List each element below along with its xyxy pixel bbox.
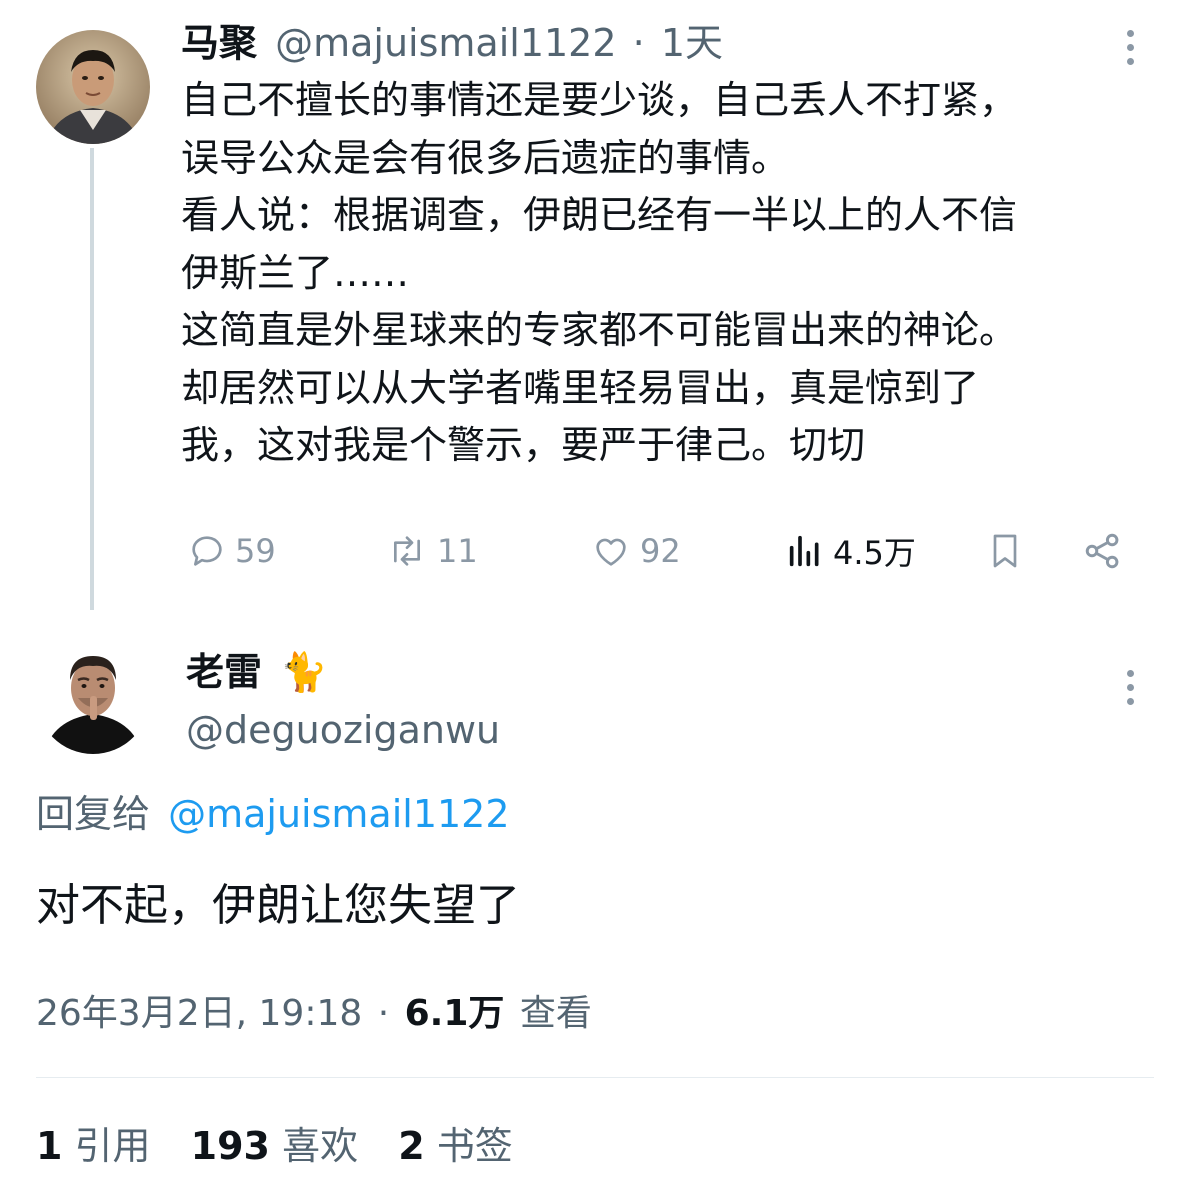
- reply-meta-row: 26年3月2日, 19:18 · 6.1万 查看: [36, 986, 592, 1042]
- share-button[interactable]: [1081, 528, 1125, 574]
- tweet-header: 马聚 @majuismail1122 · 1天: [181, 16, 723, 70]
- reply-button[interactable]: 59: [187, 528, 276, 574]
- thread-connector-line: [90, 148, 94, 610]
- reply-text: 对不起，伊朗让您失望了: [36, 880, 520, 931]
- like-icon: [596, 538, 626, 566]
- reply-author-avatar[interactable]: [36, 640, 150, 754]
- share-icon: [1085, 533, 1119, 569]
- retweet-button[interactable]: 11: [385, 528, 478, 574]
- tweet-text-line: 我，这对我是个警示，要严于律己。切切: [181, 423, 866, 467]
- reply-icon: [192, 536, 222, 566]
- bookmarks-label: 书签: [436, 1124, 513, 1168]
- bookmark-button[interactable]: [985, 528, 1025, 574]
- likes-label: 喜欢: [282, 1124, 359, 1168]
- reply-more-icon[interactable]: [1127, 670, 1137, 712]
- author-handle[interactable]: @majuismail1122: [275, 21, 616, 65]
- view-count: 4.5万: [833, 534, 916, 572]
- header-separator: ·: [632, 21, 645, 65]
- tweet-text-line: 自己不擅长的事情还是要少谈，自己丢人不打紧，: [181, 78, 1018, 122]
- cat-emoji-icon: 🐈: [280, 650, 328, 694]
- reply-author-name-row: 老雷 🐈: [186, 642, 327, 702]
- likes-stat[interactable]: 193 喜欢: [191, 1124, 371, 1168]
- reply-count: 59: [235, 532, 276, 570]
- tweet-body: 自己不擅长的事情还是要少谈，自己丢人不打紧， 误导公众是会有很多后遗症的事情。 …: [181, 72, 1017, 475]
- like-count: 92: [640, 532, 681, 570]
- views-button[interactable]: 4.5万: [785, 528, 916, 574]
- reply-timestamp[interactable]: 26年3月2日, 19:18: [36, 993, 362, 1034]
- reply-views-label: 查看: [519, 993, 592, 1034]
- quotes-label: 引用: [74, 1124, 151, 1168]
- tweet-text-line: 却居然可以从大学者嘴里轻易冒出，真是惊到了: [181, 365, 980, 410]
- quotes-stat[interactable]: 1 引用: [36, 1124, 163, 1168]
- tweet-text-line: 看人说：根据调查，伊朗已经有一半以上的人不信: [181, 193, 1018, 237]
- tweet-text-line: 伊斯兰了……: [181, 250, 410, 295]
- bookmark-icon: [993, 534, 1017, 568]
- retweet-icon: [394, 536, 420, 566]
- author-avatar[interactable]: [36, 30, 150, 144]
- reply-views-value: 6.1万: [404, 993, 505, 1034]
- bookmarks-stat[interactable]: 2 书签: [398, 1124, 513, 1168]
- views-icon: [789, 535, 819, 567]
- meta-separator: ·: [377, 993, 390, 1034]
- reply-author-handle[interactable]: @deguoziganwu: [186, 700, 500, 760]
- tweet-text-line: 误导公众是会有很多后遗症的事情。: [181, 135, 790, 180]
- replying-to-row: 回复给 @majuismail1122: [36, 786, 510, 842]
- quotes-value: 1: [36, 1124, 63, 1168]
- likes-value: 193: [190, 1124, 270, 1168]
- more-icon[interactable]: [1127, 30, 1137, 72]
- reply-stats-row: 1 引用 193 喜欢 2 书签: [36, 1116, 513, 1176]
- divider: [36, 1077, 1154, 1078]
- tweet-text-line: 这简直是外星球来的专家都不可能冒出来的神论。: [181, 308, 1018, 352]
- tweet-timestamp[interactable]: 1天: [661, 21, 723, 65]
- replying-to-link[interactable]: @majuismail1122: [168, 792, 509, 836]
- reply-author-name[interactable]: 老雷: [186, 650, 262, 694]
- replying-to-label: 回复给: [36, 792, 151, 836]
- author-name[interactable]: 马聚: [181, 21, 257, 65]
- bookmarks-value: 2: [398, 1124, 425, 1168]
- retweet-count: 11: [437, 532, 478, 570]
- like-button[interactable]: 92: [590, 528, 681, 574]
